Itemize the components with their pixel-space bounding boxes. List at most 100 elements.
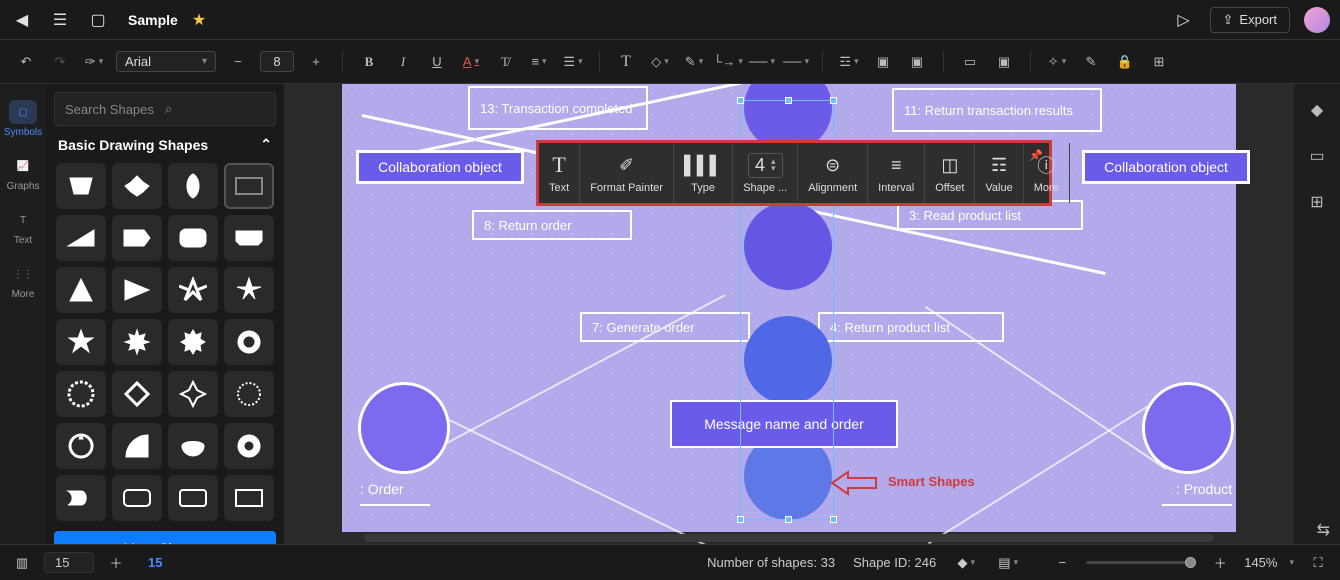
shape-item[interactable] xyxy=(168,163,218,209)
list-icon[interactable]: ☲ xyxy=(837,50,861,74)
line-spacing-icon[interactable]: ☰ xyxy=(561,50,585,74)
frame2-icon[interactable]: ▣ xyxy=(905,50,929,74)
frame1-icon[interactable]: ▣ xyxy=(871,50,895,74)
shape-item[interactable] xyxy=(168,371,218,417)
pin-icon[interactable]: 📌 xyxy=(1029,149,1043,162)
font-increase-button[interactable]: + xyxy=(304,50,328,74)
shape-item[interactable] xyxy=(56,475,106,521)
font-select[interactable]: Arial▾ xyxy=(116,51,216,72)
shape-item[interactable] xyxy=(56,423,106,469)
lock-icon[interactable]: 🔒 xyxy=(1113,50,1137,74)
view-layers-icon[interactable]: ▤ xyxy=(996,551,1020,575)
ctx-interval[interactable]: ≡ Interval xyxy=(868,143,925,203)
ctx-format-painter[interactable]: ✐ Format Painter xyxy=(580,143,674,203)
bold-icon[interactable]: B xyxy=(357,50,381,74)
undo-icon[interactable]: ↶ xyxy=(14,50,38,74)
page-select[interactable]: 15 xyxy=(44,552,94,573)
rail-symbols[interactable]: ▢ Symbols xyxy=(0,94,46,144)
current-page[interactable]: 15 xyxy=(138,555,172,570)
star-icon[interactable]: ★ xyxy=(192,10,206,30)
save-icon[interactable]: ▢ xyxy=(86,8,110,32)
underline-icon[interactable]: U xyxy=(425,50,449,74)
play-icon[interactable]: ▷ xyxy=(1172,8,1196,32)
shape-fill-icon[interactable]: ◇ xyxy=(648,50,672,74)
actor-circle[interactable] xyxy=(358,382,450,474)
shape-item[interactable] xyxy=(112,319,162,365)
tag-icon[interactable]: ✑ xyxy=(82,50,106,74)
apps-icon[interactable]: ⊞ xyxy=(1305,190,1329,214)
ctx-type[interactable]: ▌▌▌ Type xyxy=(674,143,733,203)
panel-toggle-icon[interactable]: ⇆ xyxy=(1317,520,1330,540)
shape-item[interactable] xyxy=(224,371,274,417)
shape-item[interactable] xyxy=(112,267,162,313)
search-input[interactable]: Search Shapes ⌕ xyxy=(54,92,276,126)
layout-icon[interactable]: ▭ xyxy=(1305,144,1329,168)
rail-more[interactable]: ⋮⋮ More xyxy=(0,256,46,306)
add-page-button[interactable]: ＋ xyxy=(104,551,128,575)
italic-icon[interactable]: I xyxy=(391,50,415,74)
shape-item[interactable] xyxy=(168,267,218,313)
magic-icon[interactable]: ✧ xyxy=(1045,50,1069,74)
canvas-icon[interactable]: ▭ xyxy=(958,50,982,74)
shape-item[interactable] xyxy=(112,423,162,469)
redo-icon[interactable]: ↷ xyxy=(48,50,72,74)
canvas-scrollbar[interactable] xyxy=(364,534,1214,542)
ctx-shape[interactable]: 4▴▾ Shape ... xyxy=(733,143,798,203)
pages-icon[interactable]: ▥ xyxy=(10,551,34,575)
zoom-out-button[interactable]: − xyxy=(1050,551,1074,575)
shape-item[interactable] xyxy=(168,215,218,261)
font-size-input[interactable]: 8 xyxy=(260,51,294,72)
avatar[interactable] xyxy=(1304,7,1330,33)
node-label[interactable]: 8: Return order xyxy=(472,210,632,240)
crop-icon[interactable]: ▣ xyxy=(992,50,1016,74)
clear-format-icon[interactable]: T̸ xyxy=(493,50,517,74)
rail-graphs[interactable]: 📈 Graphs xyxy=(0,148,46,198)
export-button[interactable]: ⇪ Export xyxy=(1210,7,1290,33)
shape-item[interactable] xyxy=(112,475,162,521)
shape-item[interactable] xyxy=(224,319,274,365)
text-tool-icon[interactable]: T xyxy=(614,50,638,74)
fullscreen-icon[interactable]: ⛶ xyxy=(1306,551,1330,575)
paint-bucket-icon[interactable]: ◆ xyxy=(1305,98,1329,122)
shape-item[interactable] xyxy=(112,215,162,261)
line-style-icon[interactable]: ── xyxy=(750,50,774,74)
shape-item[interactable] xyxy=(168,319,218,365)
shape-item[interactable] xyxy=(112,371,162,417)
node-label[interactable]: 13: Transaction completed xyxy=(468,86,648,130)
edit-icon[interactable]: ✎ xyxy=(1079,50,1103,74)
pen-color-icon[interactable]: ✎ xyxy=(682,50,706,74)
ctx-offset[interactable]: ◫ Offset xyxy=(925,143,975,203)
shape-item[interactable] xyxy=(224,163,274,209)
menu-icon[interactable]: ☰ xyxy=(48,8,72,32)
line-style2-icon[interactable]: ── xyxy=(784,50,808,74)
shape-item[interactable] xyxy=(56,163,106,209)
node-label[interactable]: 11: Return transaction results xyxy=(892,88,1102,132)
node-label[interactable]: 4: Return product list xyxy=(818,312,1004,342)
font-decrease-button[interactable]: − xyxy=(226,50,250,74)
shape-item[interactable] xyxy=(56,371,106,417)
shape-item[interactable] xyxy=(224,215,274,261)
rail-text[interactable]: T Text xyxy=(0,202,46,252)
actor-circle[interactable] xyxy=(1142,382,1234,474)
shape-item[interactable] xyxy=(224,423,274,469)
layers-icon[interactable]: ◆ xyxy=(954,551,978,575)
grid-icon[interactable]: ⊞ xyxy=(1147,50,1171,74)
font-color-icon[interactable]: A xyxy=(459,50,483,74)
panel-section-header[interactable]: Basic Drawing Shapes ⌃ xyxy=(54,126,276,163)
zoom-slider[interactable] xyxy=(1086,561,1196,564)
node-label[interactable]: 7: Generate order xyxy=(580,312,750,342)
collaboration-object[interactable]: Collaboration object xyxy=(1082,150,1250,184)
shape-item[interactable] xyxy=(224,267,274,313)
shape-count-input[interactable]: 4▴▾ xyxy=(748,153,783,178)
zoom-in-button[interactable]: ＋ xyxy=(1208,551,1232,575)
collaboration-object[interactable]: Collaboration object xyxy=(356,150,524,184)
shape-item[interactable] xyxy=(168,475,218,521)
connector-icon[interactable]: └→ xyxy=(716,50,740,74)
shape-item[interactable] xyxy=(224,475,274,521)
shape-item[interactable] xyxy=(56,319,106,365)
align-icon[interactable]: ≡ xyxy=(527,50,551,74)
ctx-alignment[interactable]: ⊜ Alignment xyxy=(798,143,868,203)
back-icon[interactable]: ◀ xyxy=(10,8,34,32)
ctx-text[interactable]: T Text xyxy=(539,143,580,203)
ctx-value[interactable]: ☶ Value xyxy=(975,143,1023,203)
